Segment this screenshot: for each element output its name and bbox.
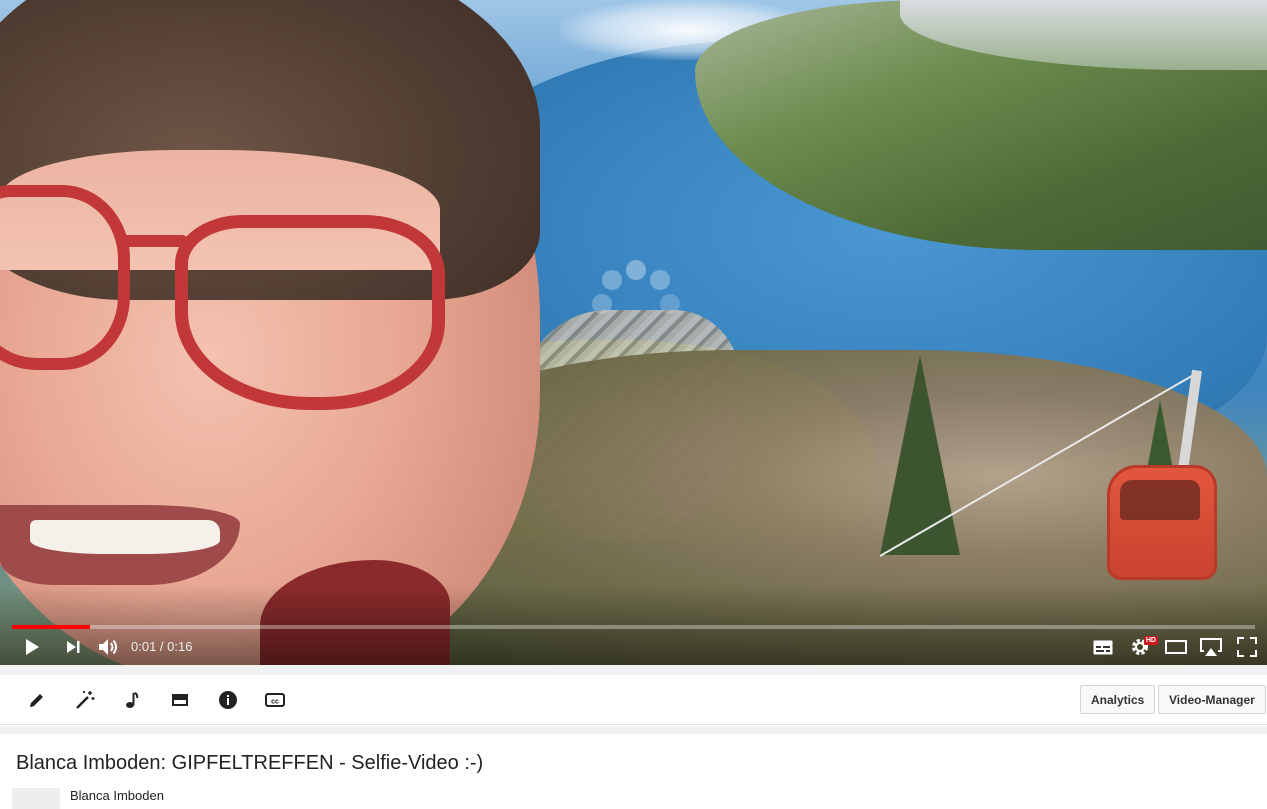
settings-button[interactable]: HD [1126,632,1158,662]
airplay-button[interactable] [1197,632,1225,662]
channel-name[interactable]: Blanca Imboden [70,788,164,803]
divider [0,726,1267,734]
play-icon [26,639,39,655]
subtitles-button[interactable] [1090,632,1116,662]
info-button[interactable] [215,687,241,713]
play-button[interactable] [18,632,46,662]
end-screen-button[interactable] [167,687,193,713]
edit-button[interactable] [24,687,50,713]
airplay-icon [1200,638,1222,656]
channel-avatar[interactable] [12,788,60,809]
divider [0,665,1267,675]
time-separator: / [156,639,168,654]
fullscreen-button[interactable] [1234,632,1260,662]
current-time: 0:01 [131,639,157,654]
subtitles-icon [1093,640,1113,654]
pencil-icon [30,694,43,707]
theater-icon [1165,640,1187,654]
music-note-icon [126,692,139,708]
creator-toolbar: cc Analytics Video-Manager [0,675,1267,725]
progress-played [12,625,90,629]
loading-spinner-icon [592,260,680,314]
fullscreen-icon [1237,637,1257,657]
video-manager-button[interactable]: Video-Manager [1158,685,1266,714]
volume-button[interactable] [96,632,122,662]
progress-bar[interactable] [12,625,1255,629]
duration: 0:16 [167,639,193,654]
analytics-button[interactable]: Analytics [1080,685,1156,714]
volume-icon [99,639,117,655]
video-frame [0,0,1267,665]
player-controls: 0:01 / 0:16 HD [0,632,1267,662]
hd-badge: HD [1143,636,1158,645]
card-icon [172,694,188,706]
magic-wand-icon [76,691,95,709]
enhancements-button[interactable] [72,687,98,713]
svg-text:cc: cc [271,699,279,706]
video-title: Blanca Imboden: GIPFELTREFFEN - Selfie-V… [16,752,484,774]
captions-button[interactable]: cc [262,687,288,713]
time-display: 0:01 / 0:16 [131,632,192,662]
next-icon [67,641,80,653]
next-button[interactable] [60,632,86,662]
info-icon [219,691,237,709]
video-player[interactable]: 0:01 / 0:16 HD [0,0,1267,665]
theater-mode-button[interactable] [1162,632,1190,662]
audio-button[interactable] [119,687,145,713]
cc-icon: cc [265,693,285,707]
